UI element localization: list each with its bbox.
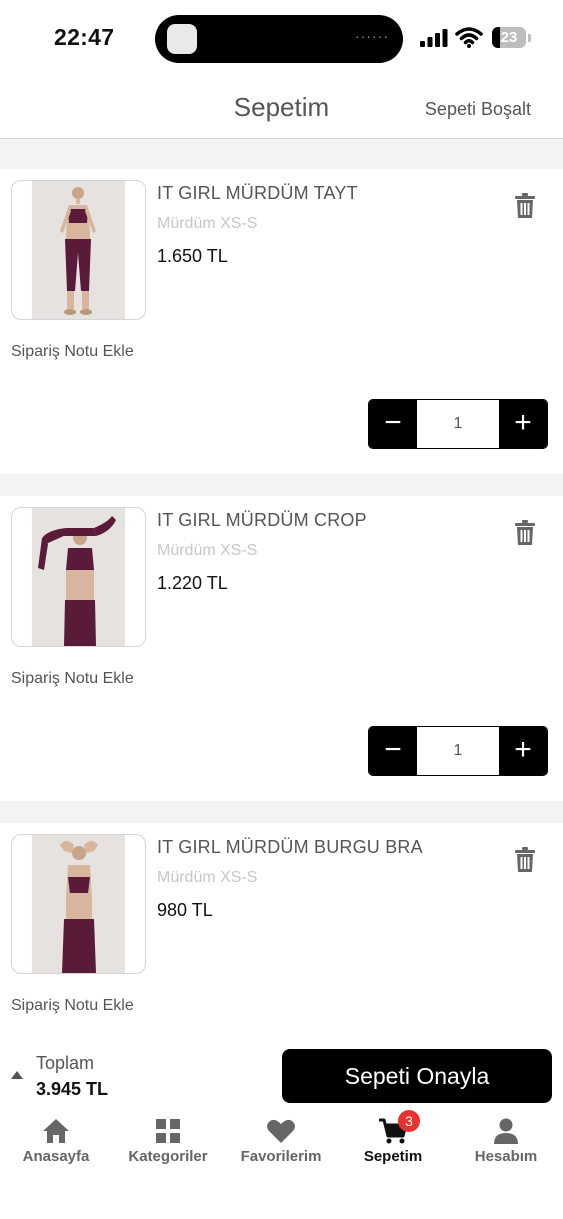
product-price: 1.220 TL: [157, 573, 228, 593]
tab-label: Anasayfa: [22, 1148, 90, 1165]
tab-categories[interactable]: Kategoriler: [112, 1110, 224, 1180]
checkout-bar: Toplam 3.945 TL Sepeti Onayla: [0, 1044, 563, 1110]
dynamic-island: ······: [155, 15, 403, 63]
wifi-icon: [455, 27, 483, 48]
island-dots-icon: ······: [355, 28, 389, 44]
tab-favorites[interactable]: Favorilerim: [225, 1110, 337, 1180]
confirm-cart-button[interactable]: Sepeti Onayla: [282, 1049, 552, 1103]
trash-icon[interactable]: [514, 520, 536, 546]
expand-up-icon[interactable]: [11, 1071, 23, 1079]
grid-icon: [156, 1119, 180, 1143]
heart-icon: [267, 1119, 295, 1143]
product-image[interactable]: [11, 507, 146, 647]
status-time: 22:47: [54, 24, 115, 50]
battery-level: 23: [500, 29, 518, 46]
user-icon: [494, 1118, 518, 1144]
total-value: 3.945 TL: [36, 1079, 109, 1099]
cellular-signal-icon: [420, 29, 448, 47]
status-bar: 22:47 ······ 23: [0, 0, 563, 78]
bottom-tab-bar: Anasayfa Kategoriler Favorilerim 3 Sepet…: [0, 1110, 563, 1219]
quantity-value[interactable]: 1: [417, 727, 499, 775]
tab-home[interactable]: Anasayfa: [0, 1110, 112, 1180]
quantity-stepper: − 1 +: [368, 726, 548, 776]
trash-icon[interactable]: [514, 193, 536, 219]
product-variant: Mürdüm XS-S: [157, 542, 258, 559]
page-header: Sepetim Sepeti Boşalt: [0, 78, 563, 139]
quantity-stepper: − 1 +: [368, 399, 548, 449]
quantity-value[interactable]: 1: [417, 400, 499, 448]
tab-account[interactable]: Hesabım: [450, 1110, 562, 1180]
tab-label: Hesabım: [474, 1148, 538, 1165]
tab-label: Sepetim: [363, 1148, 423, 1165]
cart-count-badge: 3: [398, 1110, 420, 1132]
battery-icon: 23: [492, 27, 532, 49]
increase-quantity-button[interactable]: +: [499, 727, 547, 775]
island-app-icon: [167, 24, 197, 54]
product-variant: Mürdüm XS-S: [157, 869, 258, 886]
product-name[interactable]: IT GIRL MÜRDÜM BURGU BRA: [157, 837, 423, 858]
increase-quantity-button[interactable]: +: [499, 400, 547, 448]
add-order-note-link[interactable]: Sipariş Notu Ekle: [11, 670, 134, 688]
cart-item: IT GIRL MÜRDÜM CROP Mürdüm XS-S 1.220 TL…: [0, 496, 563, 801]
tab-cart[interactable]: 3 Sepetim: [337, 1110, 449, 1180]
add-order-note-link[interactable]: Sipariş Notu Ekle: [11, 997, 134, 1015]
tab-label: Favorilerim: [240, 1148, 322, 1165]
decrease-quantity-button[interactable]: −: [369, 400, 417, 448]
product-name[interactable]: IT GIRL MÜRDÜM TAYT: [157, 183, 358, 204]
product-price: 980 TL: [157, 900, 213, 920]
trash-icon[interactable]: [514, 847, 536, 873]
home-icon: [43, 1119, 69, 1143]
tab-label: Kategoriler: [128, 1148, 208, 1165]
product-image[interactable]: [11, 834, 146, 974]
product-image[interactable]: [11, 180, 146, 320]
product-price: 1.650 TL: [157, 246, 228, 266]
product-name[interactable]: IT GIRL MÜRDÜM CROP: [157, 510, 367, 531]
empty-cart-button[interactable]: Sepeti Boşalt: [425, 99, 531, 120]
cart-item: IT GIRL MÜRDÜM TAYT Mürdüm XS-S 1.650 TL…: [0, 169, 563, 474]
decrease-quantity-button[interactable]: −: [369, 727, 417, 775]
add-order-note-link[interactable]: Sipariş Notu Ekle: [11, 343, 134, 361]
cart-item: IT GIRL MÜRDÜM BURGU BRA Mürdüm XS-S 980…: [0, 823, 563, 1044]
product-variant: Mürdüm XS-S: [157, 215, 258, 232]
total-label: Toplam: [36, 1053, 95, 1073]
